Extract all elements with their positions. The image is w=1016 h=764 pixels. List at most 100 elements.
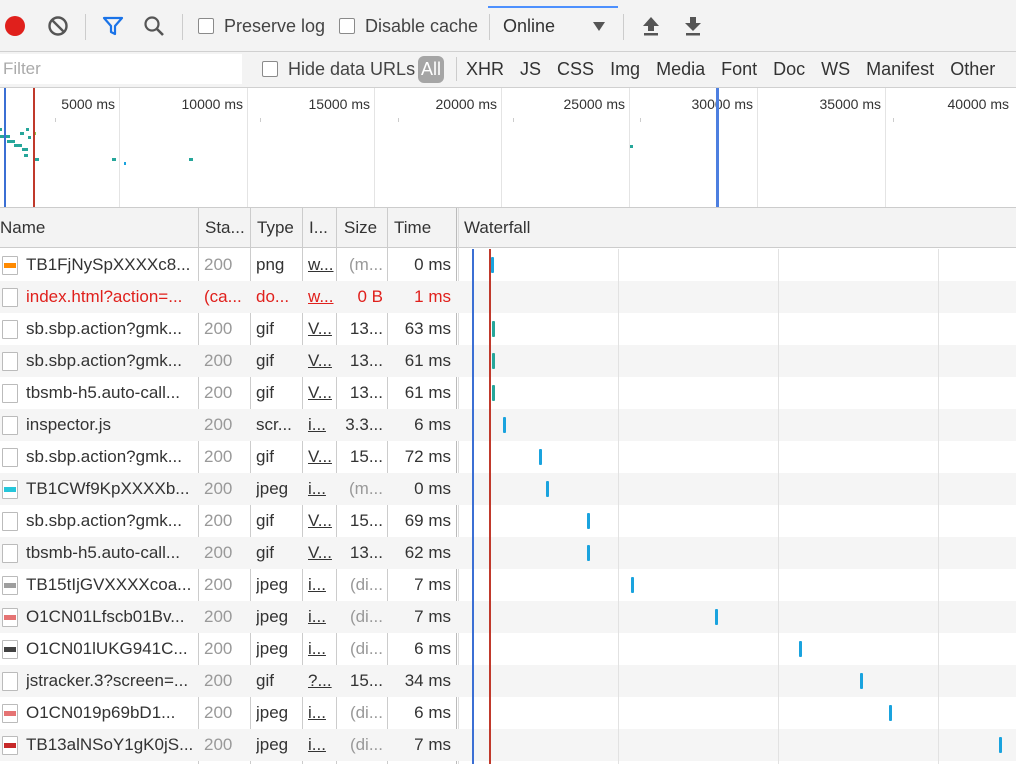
table-row[interactable]: TB1CWf9KpXXXXb... 200 jpeg i... (m... 0 ms bbox=[0, 473, 1016, 505]
column-header-waterfall[interactable]: Waterfall bbox=[459, 208, 659, 248]
record-button[interactable] bbox=[5, 0, 25, 52]
request-type: jpeg bbox=[256, 479, 289, 498]
filter-input[interactable] bbox=[0, 54, 242, 84]
table-row[interactable]: sb.sbp.action?gmk... 200 gif V... 15... 72 ms bbox=[0, 441, 1016, 473]
request-initiator[interactable]: w... bbox=[308, 249, 334, 281]
column-header-size[interactable]: Size bbox=[339, 208, 387, 248]
waterfall-bar[interactable] bbox=[715, 609, 718, 625]
waterfall-bar[interactable] bbox=[492, 385, 495, 401]
type-filter-media[interactable]: Media bbox=[656, 59, 705, 80]
request-status: 200 bbox=[204, 255, 233, 274]
column-header-time[interactable]: Time bbox=[389, 208, 455, 248]
request-status: 200 bbox=[204, 383, 233, 402]
table-row[interactable]: tbsmb-h5.auto-call... 200 gif V... 13... 61 m… bbox=[0, 377, 1016, 409]
waterfall-bar[interactable] bbox=[587, 513, 590, 529]
request-initiator[interactable]: i... bbox=[308, 473, 334, 505]
table-row[interactable]: sb.sbp.action?gmk... 200 gif V... 13... 63 ms bbox=[0, 313, 1016, 345]
table-row[interactable]: inspector.js 200 scr... i... 3.3... 6 ms bbox=[0, 409, 1016, 441]
network-toolbar: Preserve log Disable cache Online bbox=[0, 0, 1016, 52]
clear-icon bbox=[48, 16, 68, 36]
overview-selection-marker[interactable] bbox=[716, 88, 719, 207]
preserve-log-check[interactable] bbox=[198, 18, 214, 34]
request-time: 63 ms bbox=[404, 319, 451, 338]
type-filter-js[interactable]: JS bbox=[520, 59, 541, 80]
waterfall-bar[interactable] bbox=[491, 257, 494, 273]
request-initiator[interactable]: i... bbox=[308, 729, 334, 761]
table-row[interactable]: O1CN01lUKG941C... 200 jpeg i... (di... 6 ms bbox=[0, 633, 1016, 665]
waterfall-bar[interactable] bbox=[546, 481, 549, 497]
type-filter-all[interactable]: All bbox=[418, 55, 445, 83]
table-row[interactable]: tbsmb-h5.auto-call... 200 gif V... 13... 62 m… bbox=[0, 537, 1016, 569]
file-icon bbox=[2, 608, 18, 627]
hide-data-urls-checkbox[interactable]: Hide data URLs bbox=[262, 52, 415, 86]
request-size: 13... bbox=[349, 543, 383, 562]
type-filter-ws[interactable]: WS bbox=[821, 59, 850, 80]
table-row[interactable]: sb.sbp.action?gmk... 200 gif V... 15... 69 ms bbox=[0, 505, 1016, 537]
request-name: O1CN019p69bD1... bbox=[26, 703, 176, 722]
table-row[interactable]: O1CN019p69bD1... 200 jpeg i... (di... 6 ms bbox=[0, 697, 1016, 729]
type-filter-doc[interactable]: Doc bbox=[773, 59, 805, 80]
request-initiator[interactable]: V... bbox=[308, 345, 334, 377]
overview-tick: 35000 ms bbox=[819, 96, 881, 112]
import-har-button[interactable] bbox=[641, 0, 661, 52]
table-row[interactable]: jstracker.3?screen=... 200 gif?... 15... 34 … bbox=[0, 665, 1016, 697]
waterfall-bar[interactable] bbox=[889, 705, 892, 721]
disable-cache-checkbox[interactable]: Disable cache bbox=[339, 0, 478, 52]
waterfall-bar[interactable] bbox=[999, 737, 1002, 753]
table-row[interactable]: index.html?action=... (ca... do... w... 0 B 1… bbox=[0, 281, 1016, 313]
request-initiator[interactable]: V... bbox=[308, 537, 334, 569]
waterfall-bar[interactable] bbox=[631, 577, 634, 593]
waterfall-bar[interactable] bbox=[539, 449, 542, 465]
request-initiator[interactable]: i... bbox=[308, 633, 334, 665]
table-row[interactable]: TB15tIjGVXXXXcoa... 200 jpeg i... (di... 7 ms bbox=[0, 569, 1016, 601]
waterfall-bar[interactable] bbox=[799, 641, 802, 657]
request-initiator[interactable]: V... bbox=[308, 313, 334, 345]
preserve-log-checkbox[interactable]: Preserve log bbox=[198, 0, 325, 52]
request-initiator[interactable]: V... bbox=[308, 377, 334, 409]
request-status: 200 bbox=[204, 415, 233, 434]
chevron-down-icon bbox=[593, 22, 605, 31]
filter-toggle-button[interactable] bbox=[102, 0, 124, 52]
request-type: gif bbox=[256, 319, 274, 338]
request-name: TB15tIjGVXXXXcoa... bbox=[26, 575, 192, 594]
export-har-button[interactable] bbox=[683, 0, 703, 52]
table-row[interactable]: TB1FjNySpXXXXc8... 200 png w... (m... 0 ms bbox=[0, 249, 1016, 281]
waterfall-bar[interactable] bbox=[492, 353, 495, 369]
type-filter-img[interactable]: Img bbox=[610, 59, 640, 80]
request-initiator[interactable]: w... bbox=[308, 281, 334, 313]
request-initiator[interactable]: i... bbox=[308, 569, 334, 601]
file-icon bbox=[2, 704, 18, 723]
column-header-name[interactable]: Name bbox=[0, 208, 198, 248]
type-filter-font[interactable]: Font bbox=[721, 59, 757, 80]
column-header-initiator[interactable]: I... bbox=[304, 208, 336, 248]
clear-button[interactable] bbox=[47, 0, 69, 52]
request-initiator[interactable]: ?... bbox=[308, 665, 334, 697]
timeline-overview[interactable]: 5000 ms 10000 ms 15000 ms 20000 ms 25000… bbox=[0, 88, 1016, 208]
waterfall-bar[interactable] bbox=[860, 673, 863, 689]
type-filter-xhr[interactable]: XHR bbox=[466, 59, 504, 80]
table-row[interactable]: O1CN01Lfscb01Bv... 200 jpeg i... (di... 7 ms bbox=[0, 601, 1016, 633]
column-header-status[interactable]: Sta... bbox=[200, 208, 250, 248]
column-header-type[interactable]: Type bbox=[252, 208, 302, 248]
waterfall-bar[interactable] bbox=[503, 417, 506, 433]
request-initiator[interactable]: V... bbox=[308, 441, 334, 473]
type-filter-css[interactable]: CSS bbox=[557, 59, 594, 80]
disable-cache-check[interactable] bbox=[339, 18, 355, 34]
throttling-select[interactable]: Online bbox=[488, 6, 618, 46]
waterfall-bar[interactable] bbox=[492, 321, 495, 337]
waterfall-bar[interactable] bbox=[587, 545, 590, 561]
type-filter-manifest[interactable]: Manifest bbox=[866, 59, 934, 80]
type-filter-other[interactable]: Other bbox=[950, 59, 995, 80]
request-type: jpeg bbox=[256, 703, 289, 722]
request-status: 200 bbox=[204, 671, 233, 690]
request-size: 0 B bbox=[357, 287, 383, 306]
request-initiator[interactable]: i... bbox=[308, 601, 334, 633]
table-row[interactable]: sb.sbp.action?gmk... 200 gif V... 13... 61 ms bbox=[0, 345, 1016, 377]
request-initiator[interactable]: i... bbox=[308, 409, 334, 441]
table-row[interactable]: TB13alNSoY1gK0jS... 200 jpeg i... (di... 7 ms bbox=[0, 729, 1016, 761]
search-button[interactable] bbox=[143, 0, 165, 52]
hide-data-urls-check[interactable] bbox=[262, 61, 278, 77]
request-initiator[interactable]: V... bbox=[308, 505, 334, 537]
request-status: 200 bbox=[204, 447, 233, 466]
request-initiator[interactable]: i... bbox=[308, 697, 334, 729]
